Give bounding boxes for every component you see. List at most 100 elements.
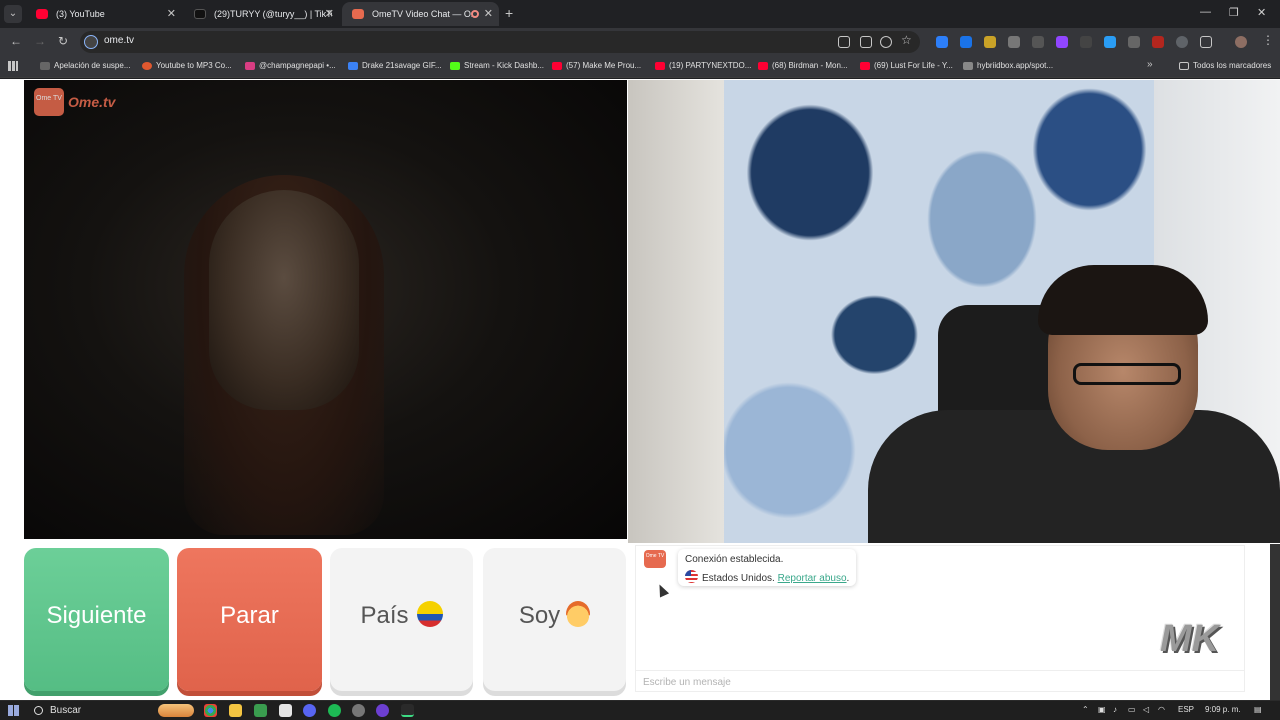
- back-button[interactable]: ←: [10, 34, 22, 48]
- tab-title: OmeTV Video Chat — Ome: [372, 9, 472, 19]
- glasses: [1073, 363, 1181, 385]
- tab-ometv[interactable]: OmeTV Video Chat — Ome ✕: [342, 2, 499, 26]
- close-icon[interactable]: ✕: [167, 2, 176, 26]
- tab-search-icon[interactable]: ⌄: [4, 5, 22, 23]
- bookmark-star-icon[interactable]: ☆: [901, 33, 912, 47]
- bookmark-item[interactable]: (57) Make Me Prou...: [552, 61, 641, 70]
- app-icon[interactable]: [376, 704, 389, 717]
- extension-icon[interactable]: [1176, 36, 1188, 48]
- bookmark-item[interactable]: (68) Birdman - Mon...: [758, 61, 848, 70]
- taskbar: Buscar ⌃ ▣ ♪ ▭ ◁ ◠ ESP 9:09 p. m. ▤: [0, 700, 1280, 720]
- new-tab-button[interactable]: +: [505, 5, 513, 21]
- speaker-icon[interactable]: ◁: [1143, 705, 1149, 714]
- country-button[interactable]: País: [330, 548, 473, 691]
- extension-icon[interactable]: [960, 36, 972, 48]
- stranger-face: [209, 190, 359, 410]
- close-window-button[interactable]: ✕: [1257, 6, 1266, 19]
- instagram-icon: [245, 62, 255, 70]
- scrollbar[interactable]: [1270, 544, 1280, 700]
- tray-icon[interactable]: ▣: [1098, 705, 1106, 714]
- self-hair: [1038, 265, 1208, 335]
- menu-dots-icon[interactable]: ⋮: [1262, 33, 1274, 47]
- close-icon[interactable]: ✕: [484, 2, 493, 26]
- chevron-more-icon[interactable]: »: [1147, 59, 1153, 70]
- extension-icon[interactable]: [1104, 36, 1116, 48]
- tray-icon[interactable]: ▭: [1128, 705, 1136, 714]
- extensions-puzzle-icon[interactable]: [1200, 36, 1212, 48]
- extension-icon[interactable]: [984, 36, 996, 48]
- youtube-icon: [36, 9, 48, 19]
- app-icon[interactable]: [352, 704, 365, 717]
- report-abuse-link[interactable]: Reportar abuso: [778, 573, 847, 584]
- stranger-location: Estados Unidos. Reportar abuso.: [685, 570, 849, 584]
- restore-button[interactable]: ❐: [1229, 6, 1239, 19]
- next-button[interactable]: Siguiente: [24, 548, 169, 691]
- message-placeholder: Escribe un mensaje: [643, 677, 731, 688]
- youtube-icon: [655, 62, 665, 70]
- clock[interactable]: 9:09 p. m.: [1205, 705, 1241, 714]
- us-flag-icon: [685, 570, 698, 583]
- bookmark-favicon: [963, 62, 973, 70]
- notifications-icon[interactable]: ▤: [1254, 705, 1262, 714]
- discord-icon[interactable]: [303, 704, 316, 717]
- taskbar-search[interactable]: Buscar: [26, 703, 156, 719]
- gif-icon: [348, 62, 358, 70]
- cast-icon[interactable]: [860, 36, 872, 48]
- close-icon[interactable]: ✕: [325, 2, 334, 26]
- ometv-chat-icon: Ome TV: [644, 550, 666, 568]
- extension-icon[interactable]: [936, 36, 948, 48]
- widget-icon[interactable]: [158, 704, 194, 717]
- stop-button[interactable]: Parar: [177, 548, 322, 691]
- bookmark-item[interactable]: hybriidbox.app/spot...: [963, 61, 1053, 70]
- colombia-flag-icon: [416, 601, 443, 627]
- language-indicator[interactable]: ESP: [1178, 705, 1194, 714]
- extension-icon[interactable]: [1032, 36, 1044, 48]
- omnibox[interactable]: ome.tv: [80, 31, 920, 53]
- apps-grid-icon[interactable]: [8, 61, 18, 71]
- extension-icon[interactable]: [1008, 36, 1020, 48]
- tab-youtube[interactable]: (3) YouTube ✕: [26, 2, 182, 26]
- site-info-icon[interactable]: [84, 35, 98, 49]
- bookmark-favicon: [142, 62, 152, 70]
- twitch-icon[interactable]: [1056, 36, 1068, 48]
- bookmark-item[interactable]: Stream - Kick Dashb...: [450, 61, 544, 70]
- bookmark-item[interactable]: (19) PARTYNEXTDO...: [655, 61, 751, 70]
- tray-chevron-icon[interactable]: ⌃: [1082, 705, 1089, 714]
- windows-start-icon[interactable]: [8, 705, 19, 716]
- chrome-icon[interactable]: [204, 704, 217, 717]
- tab-bar: ⌄ (3) YouTube ✕ (29)TURYY (@turyy__) | T…: [0, 0, 1280, 28]
- reload-button[interactable]: ↻: [58, 34, 68, 48]
- boy-face-icon: [566, 601, 591, 627]
- message-input[interactable]: Escribe un mensaje: [636, 670, 1244, 692]
- bookmark-favicon: [40, 62, 50, 70]
- tab-title: (29)TURYY (@turyy__) | TikTok: [214, 9, 332, 19]
- bookmark-item[interactable]: Apelación de suspe...: [40, 61, 131, 70]
- extension-icon[interactable]: [1128, 36, 1140, 48]
- ometv-logo-text: Ome.tv: [68, 94, 116, 110]
- wifi-icon[interactable]: ◠: [1158, 705, 1165, 714]
- microphone-icon[interactable]: ♪: [1113, 705, 1117, 714]
- minimize-button[interactable]: —: [1200, 6, 1211, 18]
- app-icon[interactable]: [279, 704, 292, 717]
- spotify-icon[interactable]: [328, 704, 341, 717]
- all-bookmarks-folder[interactable]: Todos los marcadores: [1179, 61, 1271, 70]
- terminal-icon[interactable]: [401, 704, 414, 717]
- file-explorer-icon[interactable]: [229, 704, 242, 717]
- translate-icon[interactable]: [838, 36, 850, 48]
- wall: [628, 80, 728, 543]
- extension-icon[interactable]: [1080, 36, 1092, 48]
- forward-button[interactable]: →: [34, 34, 46, 48]
- bookmark-item[interactable]: (69) Lust For Life - Y...: [860, 61, 953, 70]
- address-bar-row: ← → ↻ ome.tv ☆ ⋮: [0, 28, 1280, 56]
- gender-button[interactable]: Soy: [483, 548, 626, 691]
- extension-icon[interactable]: [1152, 36, 1164, 48]
- bookmark-item[interactable]: Drake 21savage GIF...: [348, 61, 442, 70]
- bookmark-item[interactable]: Youtube to MP3 Co...: [142, 61, 232, 70]
- eye-icon[interactable]: [880, 36, 892, 48]
- app-icon[interactable]: [254, 704, 267, 717]
- tab-tiktok[interactable]: (29)TURYY (@turyy__) | TikTok ✕: [184, 2, 340, 26]
- self-video: [628, 80, 1280, 543]
- profile-avatar[interactable]: [1235, 36, 1247, 48]
- folder-icon: [1179, 62, 1189, 70]
- bookmark-item[interactable]: @champagnepapi •...: [245, 61, 336, 70]
